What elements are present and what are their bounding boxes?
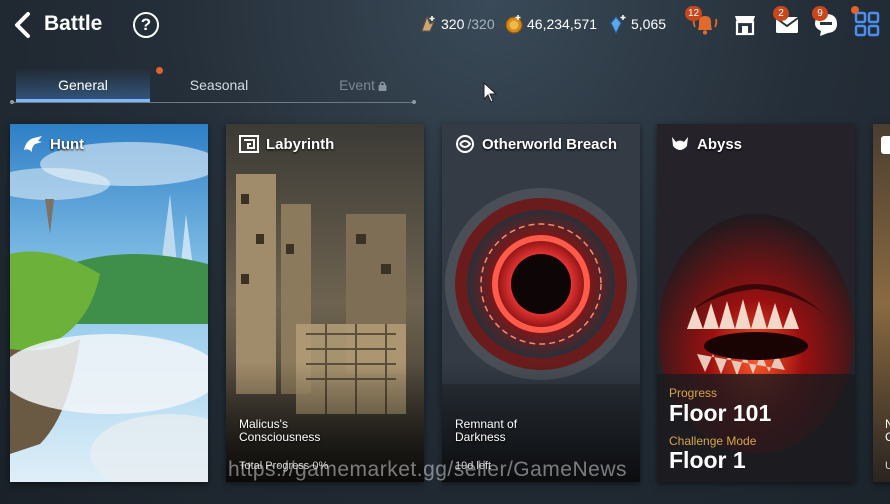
labyrinth-card[interactable]: Labyrinth Malicus's Consciousness Total … [226, 124, 424, 482]
breach-title: Otherworld Breach [482, 135, 618, 153]
tabs-underline [10, 100, 416, 104]
stamina-counter[interactable]: 320/320 [418, 14, 495, 34]
tab-seasonal[interactable]: Seasonal [152, 68, 286, 102]
abyss-progress-label: Progress [669, 386, 718, 400]
help-icon[interactable]: ? [133, 12, 159, 38]
labyrinth-title: Labyrinth [266, 135, 335, 153]
chat-button[interactable]: 9 [812, 6, 840, 38]
crystal-value: 5,065 [631, 16, 667, 32]
top-bar: Battle ? 320/320 46,234,571 5,065 12 2 9 [0, 0, 890, 52]
tab-general[interactable]: General [16, 68, 150, 102]
otherworld-breach-card[interactable]: Otherworld Breach Remnant of Darkness 19… [442, 124, 640, 482]
breach-time-left: 19d left [455, 460, 492, 472]
stamina-max: /320 [467, 16, 495, 32]
stamina-icon [421, 15, 436, 32]
breach-portal-icon [456, 135, 474, 153]
abyss-artwork [657, 124, 855, 482]
menu-alert-dot [851, 6, 859, 14]
labyrinth-subtitle-line2: Consciousness [239, 430, 321, 444]
abyss-header: Abyss [669, 134, 742, 154]
breach-subtitle: Remnant of Darkness [455, 418, 517, 444]
labyrinth-maze-icon [239, 135, 259, 153]
hunt-title: Hunt [50, 135, 85, 153]
labyrinth-header: Labyrinth [238, 134, 334, 154]
labyrinth-subtitle: Malicus's Consciousness [239, 418, 320, 444]
page-title: Battle [44, 12, 103, 35]
hunt-dragon-icon [24, 136, 42, 152]
mail-badge: 2 [773, 6, 789, 21]
shop-button[interactable] [731, 10, 759, 38]
mail-button[interactable]: 2 [773, 6, 801, 38]
labyrinth-progress: Total Progress 0% [239, 460, 329, 472]
breach-subtitle-line2: Darkness [455, 430, 506, 444]
shop-icon [735, 16, 755, 36]
gold-counter[interactable]: 46,234,571 [504, 14, 597, 34]
abyss-progress-floor: Floor 101 [669, 400, 772, 426]
grid-menu-icon [854, 11, 880, 37]
abyss-title: Abyss [697, 135, 743, 153]
crystal-counter[interactable]: 5,065 [608, 14, 666, 34]
notification-button[interactable]: 12 [685, 6, 719, 38]
abyss-card[interactable]: Abyss Progress Floor 101 Challenge Mode … [657, 124, 855, 482]
breach-header: Otherworld Breach [454, 134, 617, 154]
stamina-value: 320 [441, 16, 465, 32]
gold-value: 46,234,571 [527, 16, 598, 32]
tab-event-label: Event [339, 77, 375, 93]
abyss-challenge-label: Challenge Mode [669, 434, 757, 448]
gold-coin-icon [505, 15, 523, 34]
tab-seasonal-label: Seasonal [189, 77, 249, 93]
back-arrow-icon[interactable] [12, 11, 34, 39]
mouse-cursor-icon [483, 82, 498, 103]
seasonal-alert-dot [156, 67, 163, 74]
menu-button[interactable] [851, 6, 881, 38]
chat-badge: 9 [812, 6, 828, 21]
abyss-demon-icon [672, 137, 688, 150]
partial-card-subtitle-line2: C [885, 430, 890, 444]
partial-card[interactable]: N C U [873, 124, 890, 482]
partial-card-icon [881, 136, 890, 154]
battle-tabs: General Seasonal Event [10, 67, 416, 104]
notification-badge: 12 [685, 6, 703, 21]
lock-icon [378, 81, 387, 91]
hunt-artwork [10, 124, 208, 482]
abyss-challenge-floor: Floor 1 [669, 447, 746, 473]
partial-card-note: U [885, 460, 890, 472]
tab-event[interactable]: Event [296, 68, 430, 102]
partial-card-subtitle: N C [885, 418, 890, 444]
hunt-card[interactable]: Hunt [10, 124, 208, 482]
crystal-icon [610, 15, 626, 34]
hunt-header: Hunt [22, 134, 84, 154]
